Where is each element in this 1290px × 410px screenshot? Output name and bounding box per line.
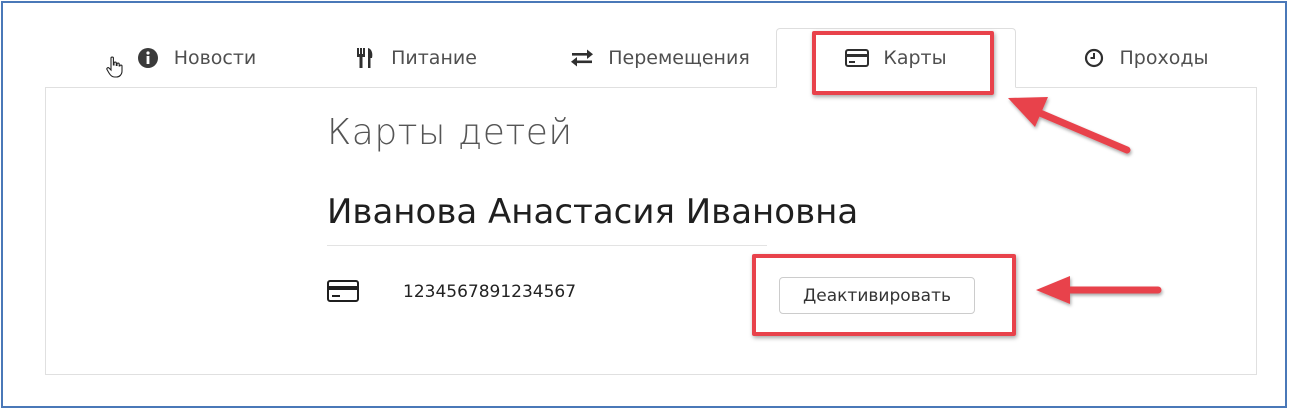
cutlery-icon [353,46,377,70]
child-name-heading: Иванова Анастасия Ивановна [327,192,859,232]
card-number: 1234567891234567 [403,282,577,302]
credit-card-icon [845,46,870,70]
divider [327,245,767,246]
info-icon [136,46,160,70]
tab-movements-label: Перемещения [608,47,750,69]
tab-news-label: Новости [173,47,257,69]
tab-food-label: Питание [391,47,477,69]
tab-food[interactable]: Питание [330,28,500,88]
tab-bar: Новости Питание Перемещения Карты Проход… [0,0,1290,90]
hand-cursor-icon [106,56,124,82]
tab-passes[interactable]: Проходы [1050,28,1240,88]
clock-icon [1082,46,1106,70]
tab-movements[interactable]: Перемещения [545,28,775,88]
page-title: Карты детей [327,112,573,153]
tab-passes-label: Проходы [1119,47,1209,69]
deactivate-button[interactable]: Деактивировать [779,277,975,314]
tab-cards[interactable]: Карты [776,28,1016,88]
transfer-arrows-icon [570,46,594,70]
tab-cards-label: Карты [883,47,947,69]
credit-card-icon [327,280,359,302]
tab-news[interactable]: Новости [96,28,296,88]
